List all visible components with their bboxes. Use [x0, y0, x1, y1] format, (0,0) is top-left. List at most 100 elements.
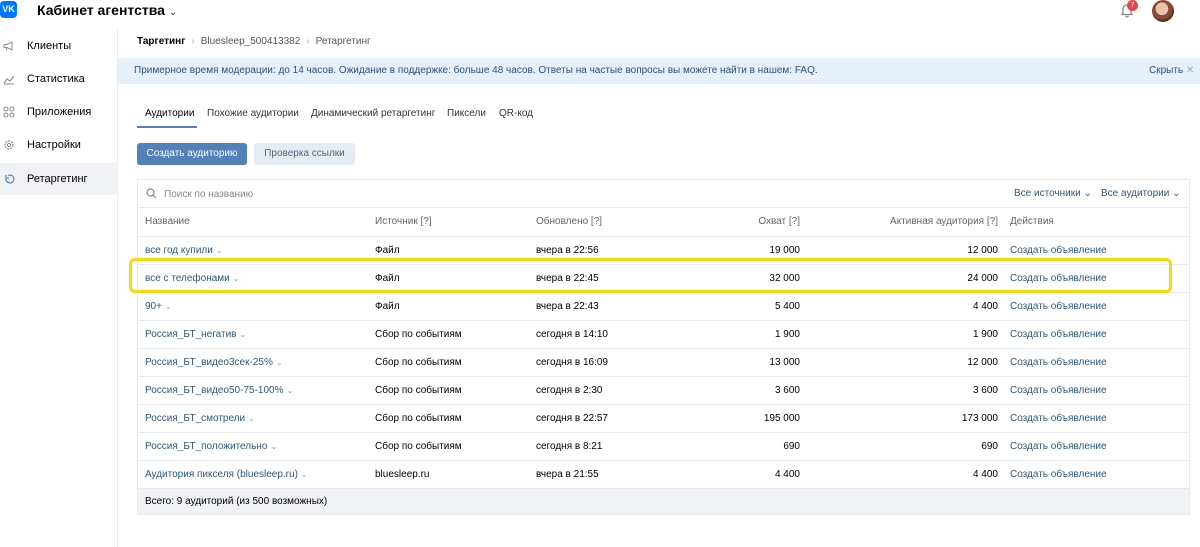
create-ad-link[interactable]: Создать объявление [1010, 385, 1107, 396]
audience-updated: вчера в 22:45 [536, 273, 599, 284]
audience-reach: 3 600 [774, 385, 800, 396]
audience-name-link[interactable]: Россия_БТ_смотрели ⌄ [145, 413, 255, 424]
sidebar-item-apps[interactable]: Приложения [0, 96, 118, 128]
audience-name-link[interactable]: все с телефонами ⌄ [145, 273, 239, 284]
chevron-down-icon: ⌄ [300, 470, 308, 479]
sidebar-item-settings[interactable]: Настройки [0, 129, 118, 161]
audience-active: 3 600 [972, 385, 998, 396]
audience-reach: 690 [783, 441, 800, 452]
create-ad-link[interactable]: Создать объявление [1010, 441, 1107, 452]
audience-name: все год купили [145, 245, 213, 256]
breadcrumb-item-targeting[interactable]: Таргетинг [137, 36, 185, 47]
tab-pixels[interactable]: Пиксели [447, 108, 486, 119]
column-header-active-audience[interactable]: Активная аудитория [?] [890, 216, 998, 227]
cabinet-switcher[interactable]: Кабинет агентства ⌄ [37, 2, 177, 18]
sidebar-item-label: Ретаргетинг [27, 173, 88, 185]
audience-updated: вчера в 21:55 [536, 469, 599, 480]
audience-name-link[interactable]: Россия_БТ_видео50-75-100% ⌄ [145, 385, 293, 396]
audience-reach: 195 000 [763, 413, 800, 424]
column-header-source[interactable]: Источник [?] [375, 216, 432, 227]
audiences-filter-label: Все аудитории [1101, 188, 1170, 199]
tab-dynamic-retargeting[interactable]: Динамический ретаргетинг [311, 108, 435, 119]
chevron-down-icon: ⌄ [168, 7, 178, 18]
audience-active: 24 000 [967, 273, 998, 284]
chevron-down-icon: ⌄ [1083, 188, 1092, 199]
create-ad-link[interactable]: Создать объявление [1010, 329, 1107, 340]
table-footer: Всего: 9 аудиторий (из 500 возможных) [138, 488, 1189, 514]
audience-reach: 1 900 [774, 329, 800, 340]
hide-notice-button[interactable]: Скрыть [1149, 58, 1183, 84]
sidebar-item-clients[interactable]: Клиенты [0, 30, 118, 62]
notification-badge: 7 [1127, 0, 1138, 11]
sidebar-item-label: Приложения [27, 106, 92, 118]
gear-icon [4, 140, 14, 150]
breadcrumb-item-account[interactable]: Bluesleep_500413382 [201, 36, 301, 47]
breadcrumb: Таргетинг › Bluesleep_500413382 › Ретаргетин… [137, 36, 371, 47]
audiences-filter-dropdown[interactable]: Все аудитории ⌄ [1101, 188, 1180, 199]
column-header-updated[interactable]: Обновлено [?] [536, 216, 602, 227]
tab-qr-code[interactable]: QR-код [499, 108, 533, 119]
table-row: все год купили ⌄ Файл вчера в 22:56 19 000 12… [138, 236, 1189, 264]
audience-name: 90+ [145, 301, 162, 312]
create-audience-button[interactable]: Создать аудиторию [137, 143, 247, 165]
audience-name-link[interactable]: Аудитория пикселя (bluesleep.ru) ⌄ [145, 469, 308, 480]
create-ad-link[interactable]: Создать объявление [1010, 273, 1107, 284]
retarget-icon [5, 174, 15, 184]
moderation-notice: Примерное время модерации: до 14 часов. … [118, 58, 1200, 84]
create-ad-link[interactable]: Создать объявление [1010, 301, 1107, 312]
create-ad-link[interactable]: Создать объявление [1010, 413, 1107, 424]
audience-source: Сбор по событиям [375, 385, 462, 396]
table-row: Россия_БТ_смотрели ⌄ Сбор по событиям сегод… [138, 404, 1189, 432]
create-ad-link[interactable]: Создать объявление [1010, 245, 1107, 256]
table-row: Аудитория пикселя (bluesleep.ru) ⌄ bluesle… [138, 460, 1189, 488]
tab-lookalike[interactable]: Похожие аудитории [207, 108, 299, 119]
column-header-name[interactable]: Название [145, 216, 190, 227]
sidebar-item-retargeting[interactable]: Ретаргетинг [0, 163, 118, 195]
sources-filter-dropdown[interactable]: Все источники ⌄ [1014, 188, 1092, 199]
table-row: все с телефонами ⌄ Файл вчера в 22:45 32 000… [138, 264, 1189, 292]
audience-name-link[interactable]: все год купили ⌄ [145, 245, 223, 256]
audience-name: Россия_БТ_негатив [145, 329, 237, 340]
audience-name-link[interactable]: 90+ ⌄ [145, 301, 172, 312]
chevron-down-icon: ⌄ [275, 358, 283, 367]
audience-updated: сегодня в 16:09 [536, 357, 608, 368]
audience-active: 1 900 [972, 329, 998, 340]
audience-source: Сбор по событиям [375, 357, 462, 368]
audience-name-link[interactable]: Россия_БТ_положительно ⌄ [145, 441, 277, 452]
table-row: 90+ ⌄ Файл вчера в 22:43 5 400 4 400 Создать о… [138, 292, 1189, 320]
chevron-right-icon: › [306, 36, 310, 47]
audience-name-link[interactable]: Россия_БТ_негатив ⌄ [145, 329, 246, 340]
audience-active: 690 [981, 441, 998, 452]
chevron-down-icon: ⌄ [215, 246, 223, 255]
table-row: Россия_БТ_негатив ⌄ Сбор по событиям сегодн… [138, 320, 1189, 348]
column-header-reach[interactable]: Охват [?] [758, 216, 800, 227]
search-bar: Все источники ⌄ Все аудитории ⌄ [138, 180, 1189, 208]
vk-logo[interactable]: VK [0, 1, 17, 18]
audience-reach: 5 400 [774, 301, 800, 312]
audience-active: 12 000 [967, 245, 998, 256]
chevron-down-icon: ⌄ [270, 442, 278, 451]
chevron-right-icon: › [191, 36, 195, 47]
create-ad-link[interactable]: Создать объявление [1010, 357, 1107, 368]
audience-source: Файл [375, 273, 400, 284]
tab-audiences[interactable]: Аудитории [145, 108, 194, 119]
avatar[interactable] [1152, 0, 1174, 22]
audience-updated: сегодня в 14:10 [536, 329, 608, 340]
close-icon[interactable]: ✕ [1186, 58, 1194, 84]
chevron-down-icon: ⌄ [1172, 188, 1181, 199]
search-input[interactable] [164, 186, 464, 202]
audience-name: все с телефонами [145, 273, 230, 284]
audience-name: Россия_БТ_видео3сек-25% [145, 357, 273, 368]
audience-updated: сегодня в 8:21 [536, 441, 603, 452]
audience-name-link[interactable]: Россия_БТ_видео3сек-25% ⌄ [145, 357, 283, 368]
table-row: Россия_БТ_видео50-75-100% ⌄ Сбор по событи… [138, 376, 1189, 404]
audience-source: bluesleep.ru [375, 469, 430, 480]
create-ad-link[interactable]: Создать объявление [1010, 469, 1107, 480]
chevron-down-icon: ⌄ [248, 414, 255, 423]
audience-name: Россия_БТ_смотрели [145, 413, 246, 424]
audience-reach: 13 000 [769, 357, 800, 368]
check-link-button[interactable]: Проверка ссылки [254, 143, 355, 165]
sidebar-item-statistics[interactable]: Статистика [0, 63, 118, 95]
audience-name: Аудитория пикселя (bluesleep.ru) [145, 469, 298, 480]
chart-icon [3, 75, 15, 85]
